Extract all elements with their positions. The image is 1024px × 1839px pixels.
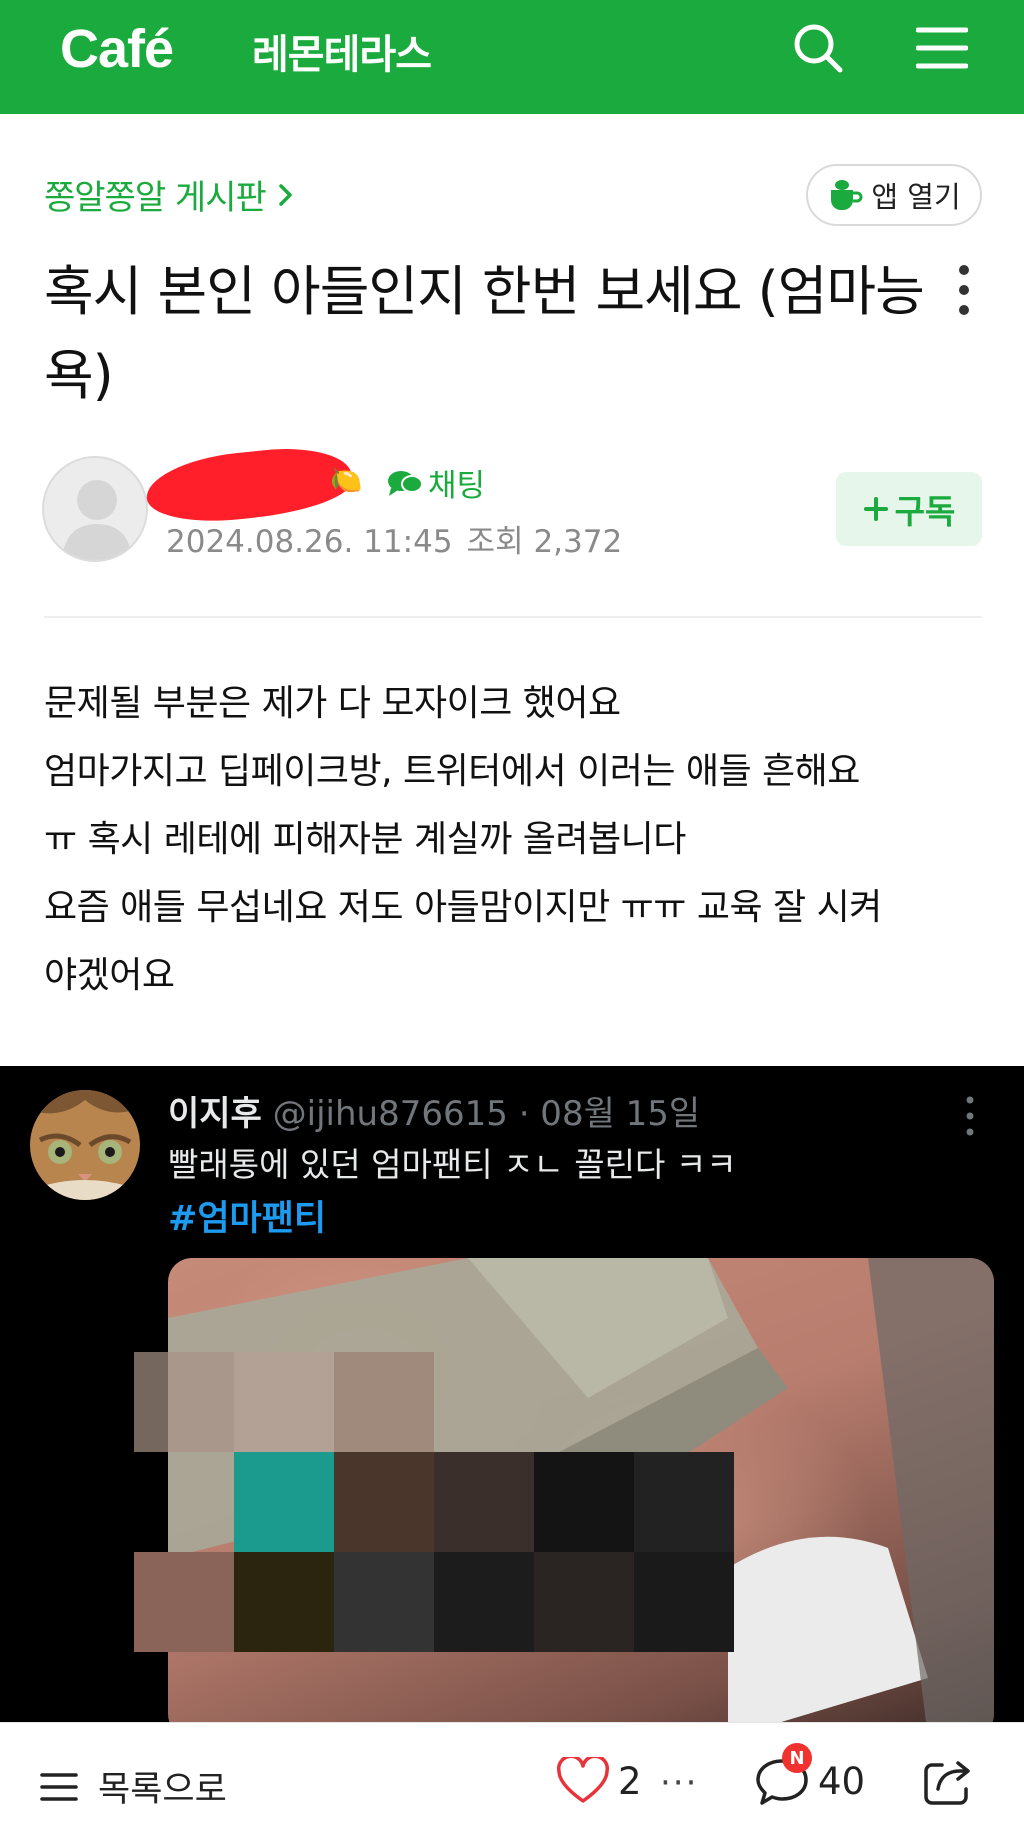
board-name: 쫑알쫑알 게시판: [44, 178, 267, 218]
author-avatar[interactable]: [42, 456, 148, 562]
default-profile-icon: [62, 480, 132, 560]
heart-icon: [557, 1757, 609, 1803]
post-date: 2024.08.26. 11:45: [166, 524, 453, 560]
chevron-right-icon: [279, 183, 292, 206]
top-bar: Café 레몬테라스: [0, 0, 1024, 114]
cafe-logo[interactable]: Café: [60, 18, 174, 80]
tweet-avatar-cat-image: [30, 1090, 140, 1200]
tweet-handle-date: @ijihu876615 · 08월 15일: [272, 1094, 701, 1134]
app-open-button[interactable]: 앱 열기: [806, 164, 982, 226]
tweet-header: 이지후 @ijihu876615 · 08월 15일: [168, 1086, 700, 1135]
more-horizontal-icon[interactable]: ···: [660, 1763, 698, 1803]
subscribe-button[interactable]: 구독: [836, 472, 982, 546]
bottom-bar: 목록으로 2 ··· N 40: [0, 1722, 1024, 1839]
more-vertical-icon: [960, 1094, 980, 1138]
more-vertical-icon[interactable]: [948, 262, 980, 318]
tweet-text: 빨래통에 있던 엄마팬티 ㅈㄴ 꼴린다 ㅋㅋ: [168, 1145, 737, 1184]
chat-bubble-icon: [388, 470, 423, 496]
tweet-author-name: 이지후: [168, 1094, 262, 1134]
post-meta: 2024.08.26. 11:45 조회 2,372: [166, 516, 622, 561]
board-link[interactable]: 쫑알쫑알 게시판: [44, 170, 294, 219]
like-count: 2: [618, 1759, 642, 1803]
hamburger-menu-icon[interactable]: [915, 24, 969, 72]
body-line: ㅠ 혹시 레테에 피해자분 계실까 올려봅니다: [44, 819, 686, 860]
divider: [44, 616, 982, 618]
embedded-tweet-screenshot[interactable]: 이지후 @ijihu876615 · 08월 15일 빨래통에 있던 엄마팬티 …: [0, 1066, 1024, 1722]
cafe-post-page: Café 레몬테라스 쫑알쫑알 게시판 앱 열기 혹시 본인 아들인지 한번 보…: [0, 0, 1024, 1839]
chat-label: 채팅: [428, 468, 486, 504]
cup-icon: [831, 180, 863, 210]
new-badge: N: [782, 1743, 812, 1773]
chat-button[interactable]: 채팅: [386, 460, 485, 505]
list-icon: [40, 1772, 78, 1801]
subscribe-label: 구독: [894, 492, 956, 531]
body-line: 야겠어요: [44, 955, 175, 996]
post-body: 문제될 부분은 제가 다 모자이크 했어요 엄마가지고 딥페이크방, 트위터에서…: [44, 670, 984, 1010]
tweet-hashtag: #엄마팬티: [168, 1199, 327, 1239]
comment-button[interactable]: N 40: [756, 1743, 866, 1807]
view-count: 조회 2,372: [466, 524, 623, 560]
app-open-label: 앱 열기: [871, 180, 961, 214]
comment-count: 40: [818, 1759, 866, 1803]
list-label: 목록으로: [98, 1770, 227, 1810]
search-icon[interactable]: [790, 20, 846, 76]
plus-icon: [863, 497, 888, 521]
share-icon[interactable]: [920, 1753, 976, 1809]
back-to-list-button[interactable]: 목록으로: [40, 1761, 227, 1812]
body-line: 문제될 부분은 제가 다 모자이크 했어요: [44, 683, 621, 724]
mosaic-blocks: [134, 1352, 874, 1722]
cafe-name[interactable]: 레몬테라스: [252, 22, 432, 80]
post-title: 혹시 본인 아들인지 한번 보세요 (엄마능욕): [44, 260, 925, 407]
comment-icon: N: [756, 1743, 812, 1807]
body-line: 요즘 애들 무섭네요 저도 아들맘이지만 ㅠㅠ 교육 잘 시켜: [44, 887, 882, 928]
member-level-icon: 🍋: [330, 466, 363, 496]
like-button[interactable]: 2: [556, 1757, 642, 1805]
body-line: 엄마가지고 딥페이크방, 트위터에서 이러는 애들 흔해요: [44, 751, 860, 792]
